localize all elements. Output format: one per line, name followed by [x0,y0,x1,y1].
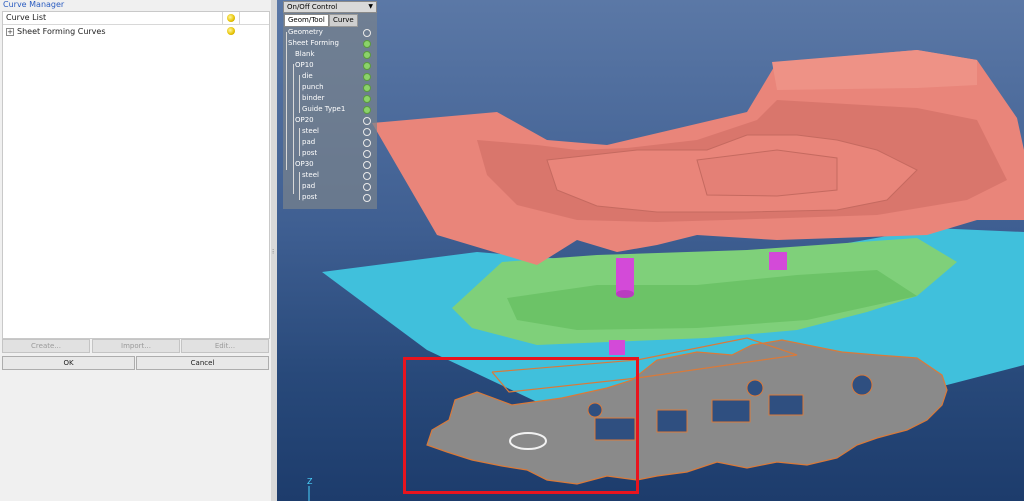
on-off-control-panel: On/Off Control ▼ Geom/Tool Curve Geometr… [283,1,377,209]
dropdown-label: On/Off Control [287,3,338,11]
expand-plus-icon[interactable]: + [6,28,14,36]
panel-title: Curve Manager [3,0,65,9]
oc-row-op20[interactable]: OP20 [283,115,377,126]
splitter-grip-icon[interactable]: ⁝ [272,246,275,258]
visibility-on-icon[interactable] [363,95,371,103]
visibility-on-icon[interactable] [363,73,371,81]
oc-row-punch[interactable]: punch [283,82,377,93]
column-separator [222,12,223,24]
oc-row-op30-pad[interactable]: pad [283,181,377,192]
sheet-hole [851,374,873,396]
oc-row-label: steel [302,127,319,135]
oc-row-label: Blank [295,50,315,58]
tree-item-sheet-forming-curves[interactable]: + Sheet Forming Curves [3,26,269,37]
visibility-on-icon[interactable] [363,84,371,92]
axis-z-label: Z [307,477,313,486]
visibility-off-icon[interactable] [363,161,371,169]
tab-geom-tool[interactable]: Geom/Tool [284,14,329,27]
visibility-off-icon[interactable] [363,128,371,136]
on-off-control-dropdown[interactable]: On/Off Control ▼ [283,1,377,13]
visibility-off-icon[interactable] [363,139,371,147]
visibility-on-icon[interactable] [363,62,371,70]
visibility-off-icon[interactable] [363,150,371,158]
oc-row-blank[interactable]: Blank [283,49,377,60]
forming-tool-scene[interactable]: Z [277,0,1024,501]
visibility-on-icon[interactable] [363,40,371,48]
ok-button[interactable]: OK [2,356,135,370]
oc-row-label: steel [302,171,319,179]
oc-row-op20-steel[interactable]: steel [283,126,377,137]
oc-row-label: OP20 [295,116,314,124]
visibility-off-icon[interactable] [363,29,371,37]
oc-row-label: die [302,72,313,80]
visibility-off-icon[interactable] [363,117,371,125]
import-button[interactable]: Import... [92,339,180,353]
oc-row-op20-post[interactable]: post [283,148,377,159]
oc-row-op20-pad[interactable]: pad [283,137,377,148]
highlight-annotation-box [403,357,639,494]
oc-row-op30-steel[interactable]: steel [283,170,377,181]
visibility-on-icon[interactable] [363,106,371,114]
visibility-off-icon[interactable] [363,194,371,202]
cancel-button[interactable]: Cancel [136,356,269,370]
oc-row-op10[interactable]: OP10 [283,60,377,71]
oc-row-label: post [302,149,318,157]
column-separator [239,12,240,24]
visibility-off-icon[interactable] [363,183,371,191]
oc-row-label: OP30 [295,160,314,168]
oc-row-binder[interactable]: binder [283,93,377,104]
oc-row-die[interactable]: die [283,71,377,82]
oc-row-label: Geometry [288,28,323,36]
tab-curve[interactable]: Curve [329,14,358,27]
graphics-viewport[interactable]: Z [277,0,1024,501]
visibility-bulb-icon[interactable] [227,27,235,35]
guide-post [769,252,787,270]
curve-list-header-label: Curve List [6,13,47,22]
oc-row-op30[interactable]: OP30 [283,159,377,170]
visibility-off-icon[interactable] [363,172,371,180]
curve-list-tree[interactable]: Curve List + Sheet Forming Curves [2,11,270,339]
oc-row-label: Guide Type1 [302,105,346,113]
tree-item-label: Sheet Forming Curves [17,27,106,36]
oc-row-label: OP10 [295,61,314,69]
oc-row-label: pad [302,138,316,146]
visibility-bulb-icon[interactable] [227,14,235,22]
create-button[interactable]: Create... [2,339,90,353]
visibility-on-icon[interactable] [363,51,371,59]
guide-post [616,258,634,294]
curve-list-header: Curve List [3,12,269,25]
oc-row-guide-type1[interactable]: Guide Type1 [283,104,377,115]
sheet-cutout [768,394,804,416]
oc-row-op30-post[interactable]: post [283,192,377,203]
oc-row-label: Sheet Forming [288,39,339,47]
oc-row-label: post [302,193,318,201]
oc-row-sheet-forming[interactable]: Sheet Forming [283,38,377,49]
sheet-cutout [656,409,688,433]
curve-manager-panel: Curve Manager Curve List + Sheet Forming… [0,0,272,501]
sheet-cutout [711,399,751,423]
oc-row-geometry[interactable]: Geometry [283,27,377,38]
guide-post [609,340,625,355]
oc-row-label: binder [302,94,325,102]
edit-button[interactable]: Edit... [181,339,269,353]
sheet-hole [746,379,764,397]
chevron-down-icon[interactable]: ▼ [368,2,373,12]
oc-row-label: pad [302,182,316,190]
oc-row-label: punch [302,83,324,91]
